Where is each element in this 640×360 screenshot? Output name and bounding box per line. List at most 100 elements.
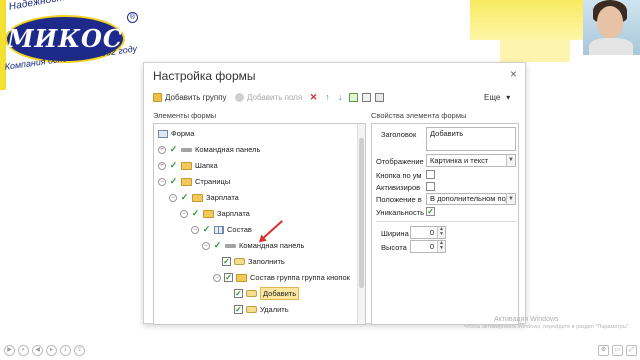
button-icon	[246, 290, 257, 297]
header-property-input[interactable]: Добавить	[426, 127, 516, 151]
checkbox[interactable]: ✓	[234, 305, 243, 314]
add-group-icon	[153, 93, 162, 102]
checkmark-icon[interactable]: ✓	[169, 177, 178, 186]
activize-label: Активизиров	[376, 183, 421, 192]
delete-icon: ✕	[309, 92, 318, 102]
check-all-icon	[349, 93, 358, 102]
chevron-down-icon[interactable]: ▼	[506, 155, 515, 166]
default-button-label: Кнопка по ум	[376, 171, 422, 180]
tree-item[interactable]: Форма	[158, 126, 194, 141]
tree-item-label: Состав	[227, 225, 252, 234]
settings-icon[interactable]: ⚙	[598, 345, 609, 356]
move-up-button[interactable]: ↑	[323, 93, 332, 102]
folder-icon	[181, 177, 192, 186]
checkbox[interactable]: ✓	[224, 273, 233, 282]
checkmark-icon[interactable]: ✓	[191, 209, 200, 218]
checkmark-icon[interactable]: ✓	[202, 225, 211, 234]
checkmark-icon[interactable]: ✓	[213, 241, 222, 250]
header-property-label: Заголовок	[381, 130, 417, 139]
checkbox[interactable]: ✓	[222, 257, 231, 266]
info-icon[interactable]: i	[60, 345, 71, 356]
move-down-button[interactable]: ↓	[336, 93, 345, 102]
arrow-up-icon: ↑	[325, 92, 330, 102]
scrollbar-thumb[interactable]	[359, 138, 364, 288]
screen: Надежность и стабильность МИКОС ® Компан…	[0, 0, 640, 360]
tree-item-label: Удалить	[260, 305, 289, 314]
tree-item-label: Форма	[171, 129, 195, 138]
form-icon	[158, 129, 168, 138]
settings-button[interactable]	[375, 93, 384, 102]
tree-item[interactable]: − ✓ Страницы	[158, 174, 230, 189]
position-property-select[interactable]: В дополнительном подм ▼	[426, 193, 516, 205]
share-icon[interactable]: ⇪	[74, 345, 85, 356]
tree-item-label: Зарплата	[217, 209, 250, 218]
close-icon[interactable]: ×	[510, 67, 517, 81]
rewind-icon[interactable]: ◀	[32, 345, 43, 356]
unique-property-label: Уникальность	[376, 208, 425, 217]
add-field-button[interactable]: Добавить поля	[235, 93, 302, 102]
more-menu-button[interactable]: Еще ▾	[484, 93, 510, 102]
copy-button[interactable]	[362, 93, 371, 102]
tree-item-label: Зарплата	[206, 193, 239, 202]
forward-icon[interactable]: ▸	[46, 345, 57, 356]
tree-item[interactable]: − ✓ Состав	[191, 222, 252, 237]
add-group-label: Добавить группу	[165, 93, 227, 102]
width-input[interactable]: 0 ▲ ▼	[410, 226, 446, 239]
expander-icon[interactable]: −	[202, 241, 210, 250]
default-button-checkbox[interactable]	[426, 170, 435, 179]
checkbox[interactable]: ✓	[234, 289, 243, 298]
expander-icon[interactable]: −	[158, 177, 166, 186]
dialog-title: Настройка формы	[153, 69, 256, 83]
display-property-label: Отображение	[376, 157, 424, 166]
tree-item[interactable]: − ✓ Зарплата	[180, 206, 250, 221]
unique-checkbox[interactable]: ✓	[426, 207, 435, 216]
play-icon[interactable]: ▶	[4, 345, 15, 356]
tree-item-label: Добавить	[260, 287, 300, 300]
position-property-value: В дополнительном подм	[430, 194, 516, 203]
tree-item[interactable]: ✓ Заполнить	[222, 254, 285, 269]
pip-icon[interactable]: ▭	[612, 345, 623, 356]
tree-item[interactable]: ✓ Удалить	[234, 302, 289, 317]
height-property-label: Высота	[381, 243, 407, 252]
dialog-toolbar: Добавить группу Добавить поля ✕ ↑ ↓ Еще …	[153, 92, 519, 108]
add-field-label: Добавить поля	[247, 93, 303, 102]
display-property-value: Картинка и текст	[430, 156, 489, 165]
arrow-down-icon: ↓	[338, 92, 343, 102]
folder-icon	[181, 161, 192, 170]
expander-icon[interactable]: −	[180, 209, 188, 218]
checkmark-icon[interactable]: ✓	[169, 145, 178, 154]
tree-item[interactable]: − ✓ Зарплата	[169, 190, 239, 205]
tree-item-selected[interactable]: ✓ Добавить	[234, 286, 300, 301]
expander-icon[interactable]: −	[213, 273, 221, 282]
expander-icon[interactable]: −	[169, 193, 177, 202]
tree-item[interactable]: + ✓ Шапка	[158, 158, 218, 173]
check-all-button[interactable]	[349, 93, 358, 102]
add-group-button[interactable]: Добавить группу	[153, 93, 227, 102]
fullscreen-icon[interactable]: ⤢	[626, 345, 637, 356]
spinner-icon[interactable]: ▲ ▼	[437, 227, 445, 238]
tree-item[interactable]: − ✓ Командная панель	[202, 238, 304, 253]
delete-button[interactable]: ✕	[309, 93, 318, 102]
form-elements-tree[interactable]: Форма + ✓ Командная панель + ✓ Шапка − ✓…	[153, 123, 366, 325]
tree-scrollbar[interactable]	[357, 124, 365, 324]
volume-icon[interactable]: ◐	[18, 345, 29, 356]
folder-icon	[236, 273, 247, 282]
height-value: 0	[429, 242, 434, 251]
expander-icon[interactable]: +	[158, 161, 166, 170]
checkmark-icon[interactable]: ✓	[169, 161, 178, 170]
presenter-body	[589, 38, 633, 55]
tree-item[interactable]: + ✓ Командная панель	[158, 142, 260, 157]
expander-icon[interactable]: +	[158, 145, 166, 154]
tree-item-label: Состав группа группа кнопок	[250, 273, 350, 282]
spinner-icon[interactable]: ▲ ▼	[437, 241, 445, 252]
height-input[interactable]: 0 ▲ ▼	[410, 240, 446, 253]
chevron-down-icon[interactable]: ▼	[506, 194, 515, 204]
activize-checkbox[interactable]	[426, 182, 435, 191]
table-icon	[214, 225, 224, 234]
expander-icon[interactable]: −	[191, 225, 199, 234]
tree-item[interactable]: − ✓ Состав группа группа кнопок	[213, 270, 350, 285]
display-property-select[interactable]: Картинка и текст ▼	[426, 154, 516, 167]
checkmark-icon[interactable]: ✓	[180, 193, 189, 202]
tree-item-label: Командная панель	[195, 145, 261, 154]
form-elements-header: Элементы формы	[153, 111, 217, 120]
